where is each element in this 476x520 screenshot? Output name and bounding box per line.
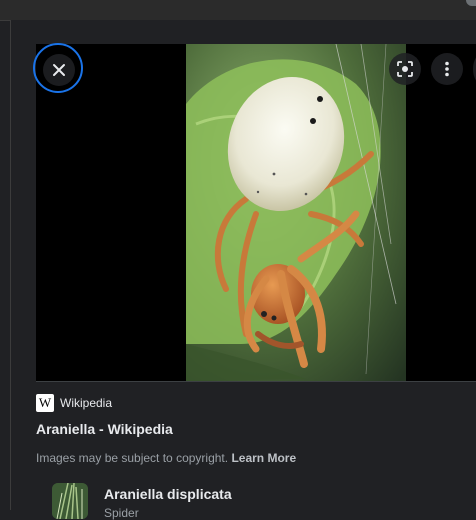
lens-icon xyxy=(397,61,413,77)
image-viewer xyxy=(36,44,476,382)
related-title[interactable]: Araniella displicata xyxy=(104,486,232,502)
related-text: Araniella displicata Spider xyxy=(104,483,232,520)
related-subtitle: Spider xyxy=(104,506,139,520)
related-thumbnail[interactable] xyxy=(52,483,88,519)
source-row[interactable]: W Wikipedia xyxy=(36,394,112,412)
related-result[interactable]: Araniella displicata Spider xyxy=(52,483,232,520)
wikipedia-logo-icon: W xyxy=(36,394,54,412)
copyright-text: Images may be subject to copyright. xyxy=(36,451,229,465)
spider-photo[interactable] xyxy=(186,44,406,381)
close-icon xyxy=(53,64,65,76)
more-vert-icon xyxy=(445,61,449,77)
copyright-notice: Images may be subject to copyright. Lear… xyxy=(36,451,296,465)
source-name[interactable]: Wikipedia xyxy=(60,396,112,410)
top-bar-corner xyxy=(466,0,476,6)
learn-more-link[interactable]: Learn More xyxy=(231,451,296,465)
lens-search-button[interactable] xyxy=(389,53,421,85)
close-button[interactable] xyxy=(43,54,75,86)
result-title-link[interactable]: Araniella - Wikipedia xyxy=(36,421,173,437)
more-options-button[interactable] xyxy=(431,53,463,85)
top-bar xyxy=(0,0,476,21)
